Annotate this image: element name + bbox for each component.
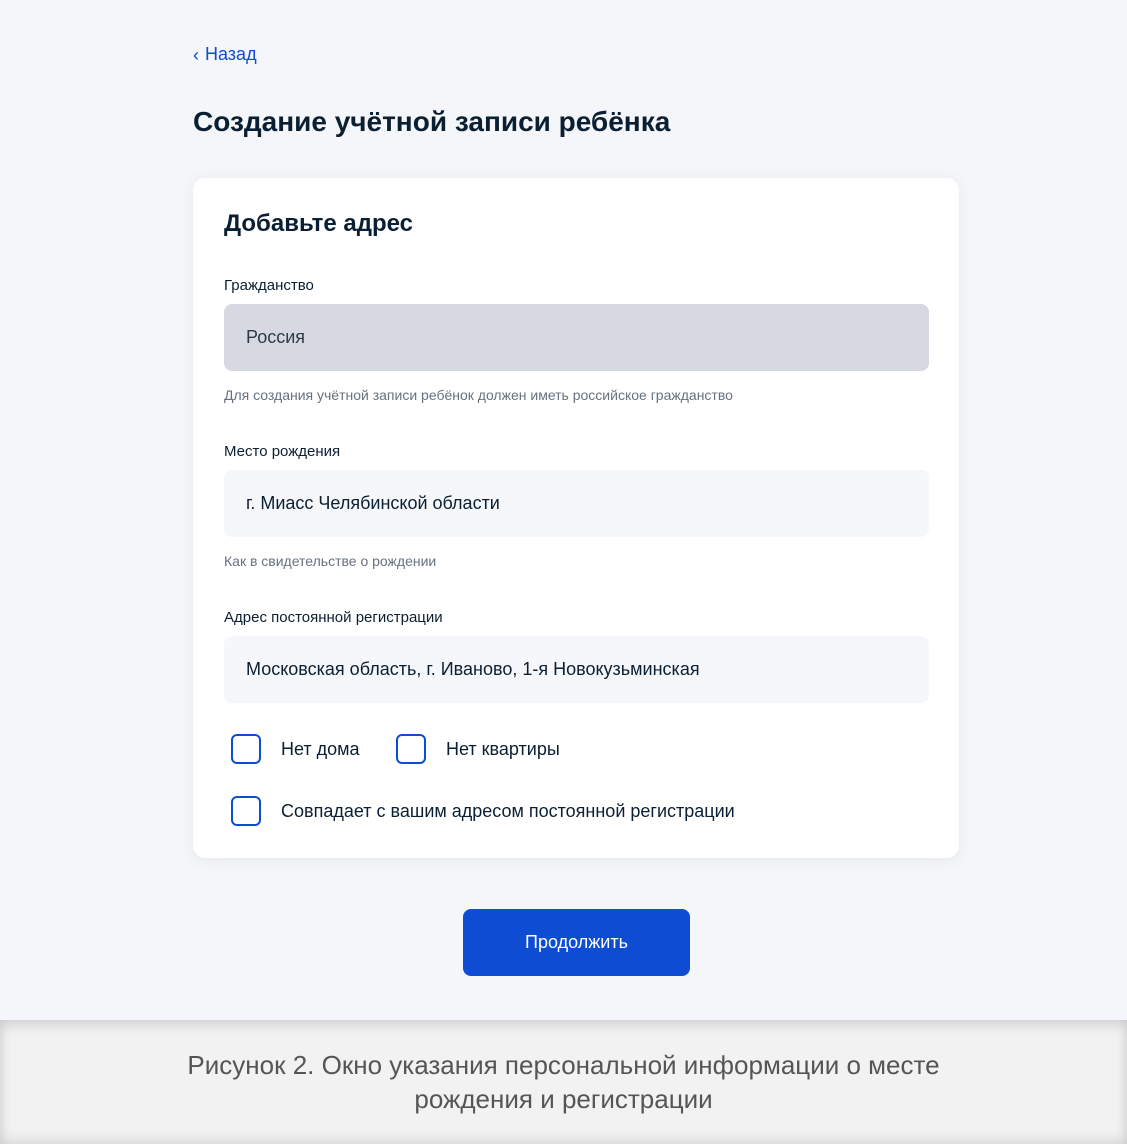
checkbox-box[interactable] (231, 796, 261, 826)
continue-button[interactable]: Продолжить (463, 909, 690, 976)
citizenship-value: Россия (246, 327, 306, 347)
registration-address-input[interactable]: Московская область, г. Иваново, 1-я Ново… (224, 636, 929, 703)
caption-line-1: Рисунок 2. Окно указания персональной ин… (187, 1050, 940, 1080)
back-link-label: Назад (205, 44, 257, 64)
no-house-label: Нет дома (281, 738, 360, 759)
page-title: Создание учётной записи ребёнка (193, 106, 671, 137)
same-address-label: Совпадает с вашим адресом постоянной рег… (281, 800, 735, 821)
birthplace-hint: Как в свидетельстве о рождении (224, 553, 437, 569)
same-address-checkbox[interactable]: Совпадает с вашим адресом постоянной рег… (231, 796, 735, 826)
no-flat-label: Нет квартиры (446, 738, 560, 759)
app-screen: ‹ Назад Создание учётной записи ребёнка … (0, 0, 1127, 1020)
back-link[interactable]: ‹ Назад (193, 44, 257, 65)
checkbox-box[interactable] (231, 734, 261, 764)
birthplace-value: г. Миасс Челябинской области (246, 493, 500, 513)
birthplace-input[interactable]: г. Миасс Челябинской области (224, 470, 929, 537)
figure-caption-band: Рисунок 2. Окно указания персональной ин… (0, 1020, 1127, 1144)
birthplace-label: Место рождения (224, 443, 341, 460)
no-flat-checkbox[interactable]: Нет квартиры (396, 734, 560, 764)
figure-caption: Рисунок 2. Окно указания персональной ин… (60, 1048, 1067, 1116)
registration-value: Московская область, г. Иваново, 1-я Ново… (246, 659, 700, 679)
chevron-left-icon: ‹ (193, 44, 199, 65)
no-house-checkbox[interactable]: Нет дома (231, 734, 360, 764)
registration-label: Адрес постоянной регистрации (224, 609, 443, 626)
address-form-card: Добавьте адрес Гражданство Россия Для со… (193, 178, 959, 858)
citizenship-hint: Для создания учётной записи ребёнок долж… (224, 387, 733, 403)
caption-line-2: рождения и регистрации (414, 1084, 713, 1114)
form-title: Добавьте адрес (224, 210, 414, 237)
checkbox-box[interactable] (396, 734, 426, 764)
citizenship-field: Россия (224, 304, 929, 371)
citizenship-label: Гражданство (224, 277, 314, 294)
